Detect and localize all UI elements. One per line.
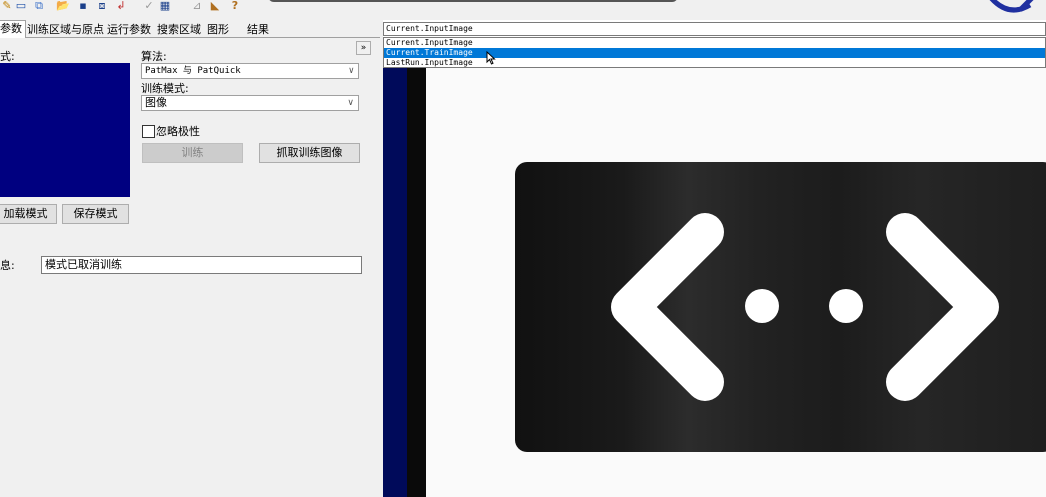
- help-icon[interactable]: ?: [228, 0, 242, 12]
- tab-search-region[interactable]: 搜索区域: [154, 22, 204, 38]
- display-side-strip: [383, 68, 407, 497]
- copy-icon[interactable]: ⧉: [32, 0, 46, 12]
- readout-icon[interactable]: ▦: [158, 0, 172, 12]
- collapse-button[interactable]: »: [356, 41, 371, 55]
- image-source-option[interactable]: Current.InputImage: [384, 38, 1045, 48]
- grab-train-image-button[interactable]: 抓取训练图像: [259, 143, 360, 163]
- train-mode-value: 图像: [145, 96, 167, 109]
- tab-strip: 参数 训练区域与原点 运行参数 搜索区域 图形 结果: [0, 20, 380, 40]
- grab-image-icon[interactable]: ⧈: [95, 0, 109, 12]
- message-label: 息:: [0, 259, 15, 272]
- mode-label: 式:: [0, 50, 15, 63]
- mouse-cursor-icon: [486, 51, 496, 65]
- save-pattern-button[interactable]: 保存模式: [62, 204, 129, 224]
- tab-train-region-origin[interactable]: 训练区域与原点: [24, 22, 107, 38]
- import-icon[interactable]: ↲: [114, 0, 128, 12]
- graphics-icon[interactable]: ⊿: [190, 0, 204, 12]
- logo-plate: [515, 162, 1046, 452]
- checkmark-icon[interactable]: ✓: [142, 0, 156, 12]
- message-field: 模式已取消训练: [41, 256, 362, 274]
- edit-icon[interactable]: ✎: [0, 0, 14, 12]
- train-button[interactable]: 训练: [142, 143, 243, 163]
- image-source-select[interactable]: Current.InputImage: [383, 22, 1046, 36]
- algorithm-label: 算法:: [141, 50, 167, 63]
- logo-shape: [611, 213, 999, 401]
- save-icon[interactable]: ▪: [76, 0, 90, 12]
- chevron-down-icon: ∨: [347, 98, 354, 108]
- load-pattern-button[interactable]: 加载模式: [0, 204, 57, 224]
- window-edge: [268, 0, 678, 2]
- train-mode-label: 训练模式:: [141, 82, 189, 95]
- algorithm-value: PatMax 与 PatQuick: [145, 66, 241, 76]
- chevron-down-icon: ∨: [348, 66, 354, 76]
- open-folder-icon[interactable]: 📂: [56, 0, 70, 12]
- corner-logo-fragment: [989, 0, 1034, 13]
- pattern-preview: [0, 63, 130, 197]
- toolbar: ✎ ▭ ⧉ 📂 ▪ ⧈ ↲ ✓ ▦ ⊿ ◣ ?: [0, 0, 380, 18]
- ignore-polarity-label: 忽略极性: [156, 125, 200, 138]
- algorithm-select[interactable]: PatMax 与 PatQuick ∨: [141, 63, 359, 79]
- image-source-list: Current.InputImage Current.TrainImage La…: [383, 37, 1046, 68]
- image-source-option[interactable]: LastRun.InputImage: [384, 58, 1045, 68]
- tab-graphics[interactable]: 图形: [204, 22, 232, 38]
- tab-parameters[interactable]: 参数: [0, 20, 26, 40]
- ignore-polarity-checkbox[interactable]: [142, 125, 155, 138]
- image-icon[interactable]: ▭: [14, 0, 28, 12]
- image-edge-band: [407, 68, 426, 497]
- chart-icon[interactable]: ◣: [208, 0, 222, 12]
- train-mode-select[interactable]: 图像 ∨: [141, 95, 359, 111]
- image-source-option-selected[interactable]: Current.TrainImage: [384, 48, 1045, 58]
- tab-run-parameters[interactable]: 运行参数: [104, 22, 154, 38]
- tab-results[interactable]: 结果: [244, 22, 272, 38]
